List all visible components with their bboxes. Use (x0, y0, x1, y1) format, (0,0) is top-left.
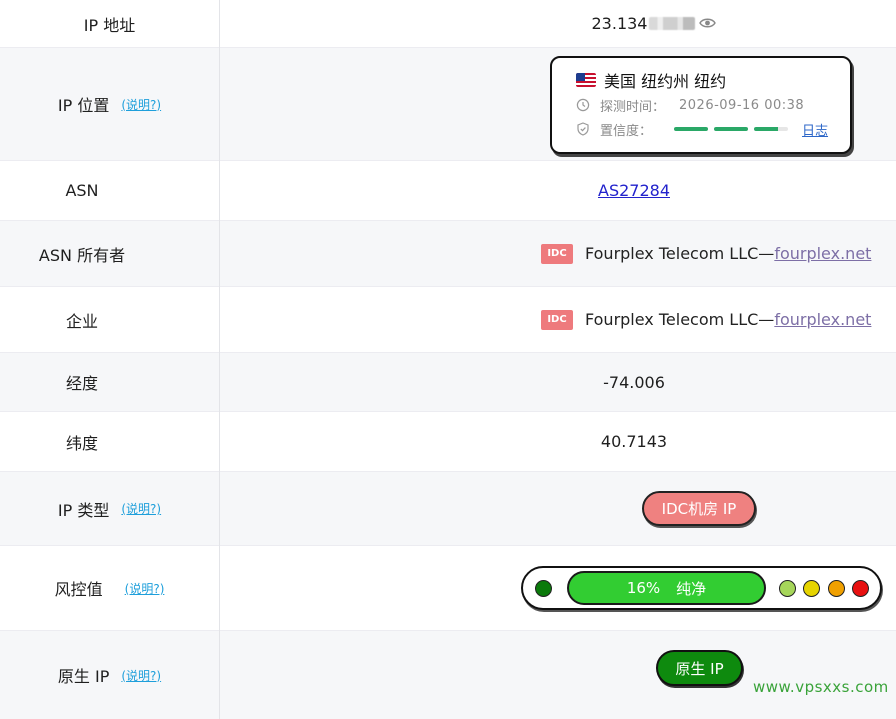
risk-meter: 16% 纯净 (521, 566, 882, 610)
confidence-segment (714, 127, 749, 131)
asn-link[interactable]: AS27284 (598, 181, 670, 200)
us-flag-icon (576, 73, 596, 87)
label-risk: 风控值 (54, 580, 103, 599)
location-place: 美国 纽约州 纽约 (604, 72, 727, 91)
help-link-location[interactable]: (说明?) (121, 96, 161, 113)
detect-time-value: 2026-09-16 00:38 (679, 97, 805, 113)
row-latitude: 纬度 40.7143 (0, 412, 896, 472)
ip-address-value: 23.134 (591, 14, 648, 33)
eye-icon[interactable] (699, 14, 717, 33)
shield-check-icon (576, 122, 590, 136)
label-longitude: 经度 (65, 374, 98, 393)
ip-masked-part (649, 17, 696, 30)
help-link-native-ip[interactable]: (说明?) (121, 667, 161, 684)
asn-owner-domain-link[interactable]: fourplex.net (774, 244, 871, 263)
risk-score-pill: 16% 纯净 (567, 571, 766, 605)
risk-level-dot-2 (803, 580, 820, 597)
asn-owner-name: Fourplex Telecom LLC— (585, 244, 775, 263)
row-ip-type: IP 类型 (说明?) (0, 472, 896, 546)
label-ip-location: IP 位置 (57, 96, 110, 115)
row-native-ip: 原生 IP (说明?) (0, 631, 896, 719)
confidence-segment (674, 127, 709, 131)
risk-level-dot-1 (779, 580, 796, 597)
label-native-ip: 原生 IP (57, 667, 110, 686)
row-ip-address: IP 地址 23.134 (0, 0, 896, 48)
risk-level-dot-4 (852, 580, 869, 597)
native-ip-badge: 原生 IP (656, 650, 743, 686)
watermark: www.vpsxxs.com (753, 678, 889, 696)
label-asn: ASN (65, 181, 99, 200)
risk-level-dot-0 (535, 580, 552, 597)
idc-tag: IDC (541, 243, 573, 264)
company-name: Fourplex Telecom LLC— (585, 310, 775, 329)
label-company: 企业 (65, 311, 98, 331)
row-asn-owner: ASN 所有者 IDC Fourplex Telecom LLC— fourpl… (0, 221, 896, 287)
confidence-bar (674, 127, 789, 131)
label-ip-type: IP 类型 (57, 500, 110, 520)
risk-level-dot-3 (828, 580, 845, 597)
help-link-risk[interactable]: (说明?) (125, 580, 165, 597)
label-latitude: 纬度 (65, 433, 98, 453)
company-domain-link[interactable]: fourplex.net (774, 310, 871, 329)
label-asn-owner: ASN 所有者 (38, 245, 126, 265)
row-company: 企业 IDC Fourplex Telecom LLC— fourplex.ne… (0, 287, 896, 353)
longitude-value: -74.006 (603, 372, 665, 392)
location-card: 美国 纽约州 纽约 探测时间： 2026-09-16 00:38 置信度： 日志 (550, 56, 852, 154)
risk-status: 纯净 (676, 579, 707, 598)
help-link-ip-type[interactable]: (说明?) (121, 500, 161, 517)
confidence-label: 置信度： (600, 123, 653, 139)
latitude-value: 40.7143 (600, 432, 668, 451)
ip-type-badge: IDC机房 IP (642, 491, 756, 526)
clock-icon (576, 98, 590, 112)
confidence-segment (754, 127, 789, 131)
label-ip-address: IP 地址 (83, 15, 136, 35)
row-asn: ASN AS27284 (0, 161, 896, 221)
log-link[interactable]: 日志 (802, 120, 828, 139)
row-longitude: 经度 -74.006 (0, 353, 896, 412)
detect-time-label: 探测时间： (600, 99, 666, 115)
risk-percent: 16% (626, 579, 661, 597)
column-divider (219, 0, 220, 719)
idc-tag: IDC (541, 309, 573, 330)
